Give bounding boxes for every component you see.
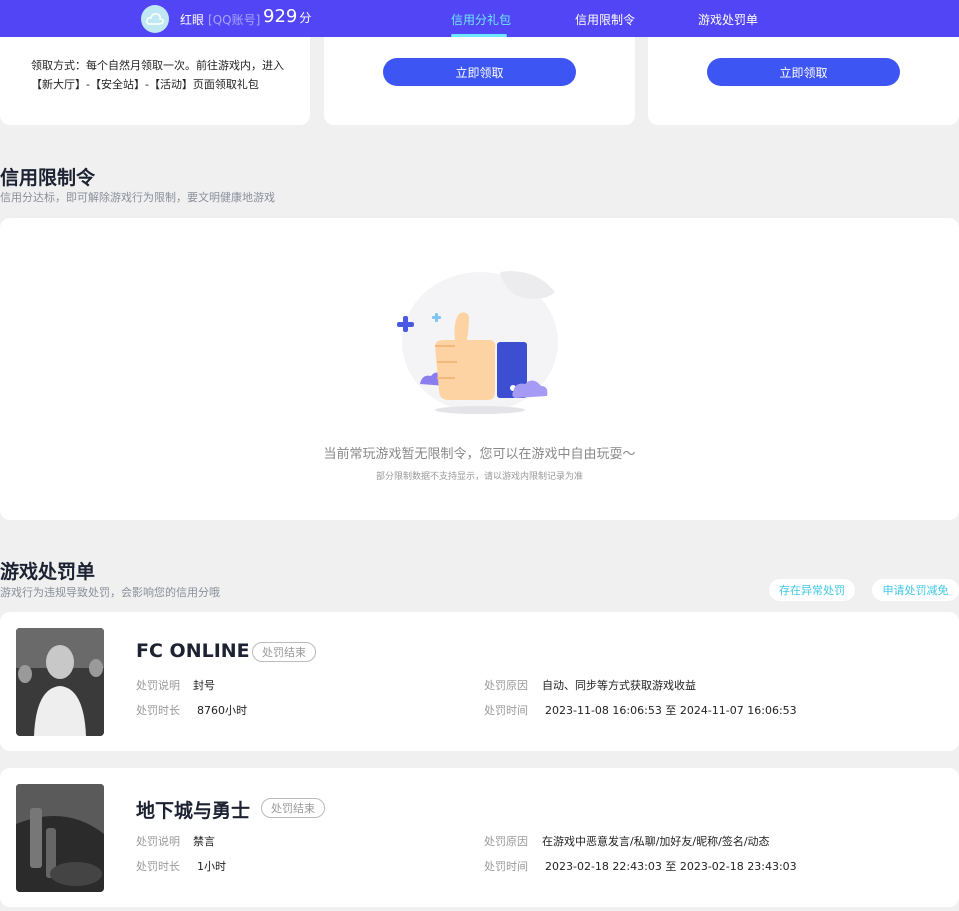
penalty-desc-label: 处罚说明 (136, 679, 180, 692)
user-name: 红眼 [QQ账号] (180, 11, 260, 28)
game-name: 地下城与勇士 (136, 800, 251, 822)
top-nav-bar: 红眼 [QQ账号] 929 分 信用分礼包 信用限制令 游戏处罚单 (0, 0, 959, 37)
tab-credit-restriction[interactable]: 信用限制令 (575, 11, 635, 28)
penalty-duration-value: 1小时 (197, 860, 226, 873)
avatar[interactable] (141, 5, 169, 33)
cloud-icon (146, 13, 164, 25)
penalty-reason-value: 在游戏中恶意发言/私聊/加好友/昵称/签名/动态 (542, 835, 770, 848)
status-badge: 处罚结束 (252, 642, 316, 662)
status-badge: 处罚结束 (261, 798, 325, 818)
restriction-empty-message: 当前常玩游戏暂无限制令，您可以在游戏中自由玩耍～ (323, 447, 636, 462)
penalty-time-value: 2023-11-08 16:06:53 至 2024-11-07 16:06:5… (545, 704, 797, 717)
penalty-desc-value: 封号 (193, 679, 215, 692)
penalty-desc-value: 禁言 (193, 835, 215, 848)
abnormal-penalty-button[interactable]: 存在异常处罚 (769, 579, 855, 601)
game-thumbnail-fc-online (16, 628, 104, 736)
thumbs-up-illustration (397, 271, 558, 414)
restriction-section-title: 信用限制令 (0, 167, 96, 189)
penalty-time-label: 处罚时间 (484, 704, 528, 717)
apply-reduction-button[interactable]: 申请处罚减免 (872, 579, 959, 601)
claim-button-2[interactable]: 立即领取 (707, 58, 900, 86)
penalty-section-subtitle: 游戏行为违规导致处罚，会影响您的信用分哦 (0, 586, 220, 599)
claim-button-1[interactable]: 立即领取 (383, 58, 576, 86)
penalty-reason-value: 自动、同步等方式获取游戏收益 (542, 679, 696, 692)
score-value: 929 (263, 6, 298, 27)
game-thumbnail-dnf (16, 784, 104, 892)
penalty-section-title: 游戏处罚单 (0, 561, 96, 583)
gift-claim-description: 领取方式：每个自然月领取一次。前往游戏内，进入【新大厅】-【安全站】-【活动】页… (31, 59, 284, 91)
penalty-desc-label: 处罚说明 (136, 835, 180, 848)
restriction-empty-note: 部分限制数据不支持显示，请以游戏内限制记录为准 (375, 472, 583, 482)
credit-score: 929 分 (263, 6, 311, 27)
penalty-reason-label: 处罚原因 (484, 679, 528, 692)
penalty-reason-label: 处罚原因 (484, 835, 528, 848)
tab-game-penalty[interactable]: 游戏处罚单 (698, 11, 758, 28)
penalty-time-value: 2023-02-18 22:43:03 至 2023-02-18 23:43:0… (545, 860, 797, 873)
account-type: [QQ账号] (208, 13, 261, 27)
score-unit: 分 (299, 11, 312, 25)
penalty-time-label: 处罚时间 (484, 860, 528, 873)
game-name: FC ONLINE (136, 640, 250, 662)
tab-credit-gift[interactable]: 信用分礼包 (451, 11, 511, 28)
penalty-duration-value: 8760小时 (197, 704, 247, 717)
user-name-text: 红眼 (180, 13, 205, 27)
restriction-section-subtitle: 信用分达标，即可解除游戏行为限制，要文明健康地游戏 (0, 191, 275, 204)
penalty-duration-label: 处罚时长 (136, 704, 180, 717)
penalty-duration-label: 处罚时长 (136, 860, 180, 873)
